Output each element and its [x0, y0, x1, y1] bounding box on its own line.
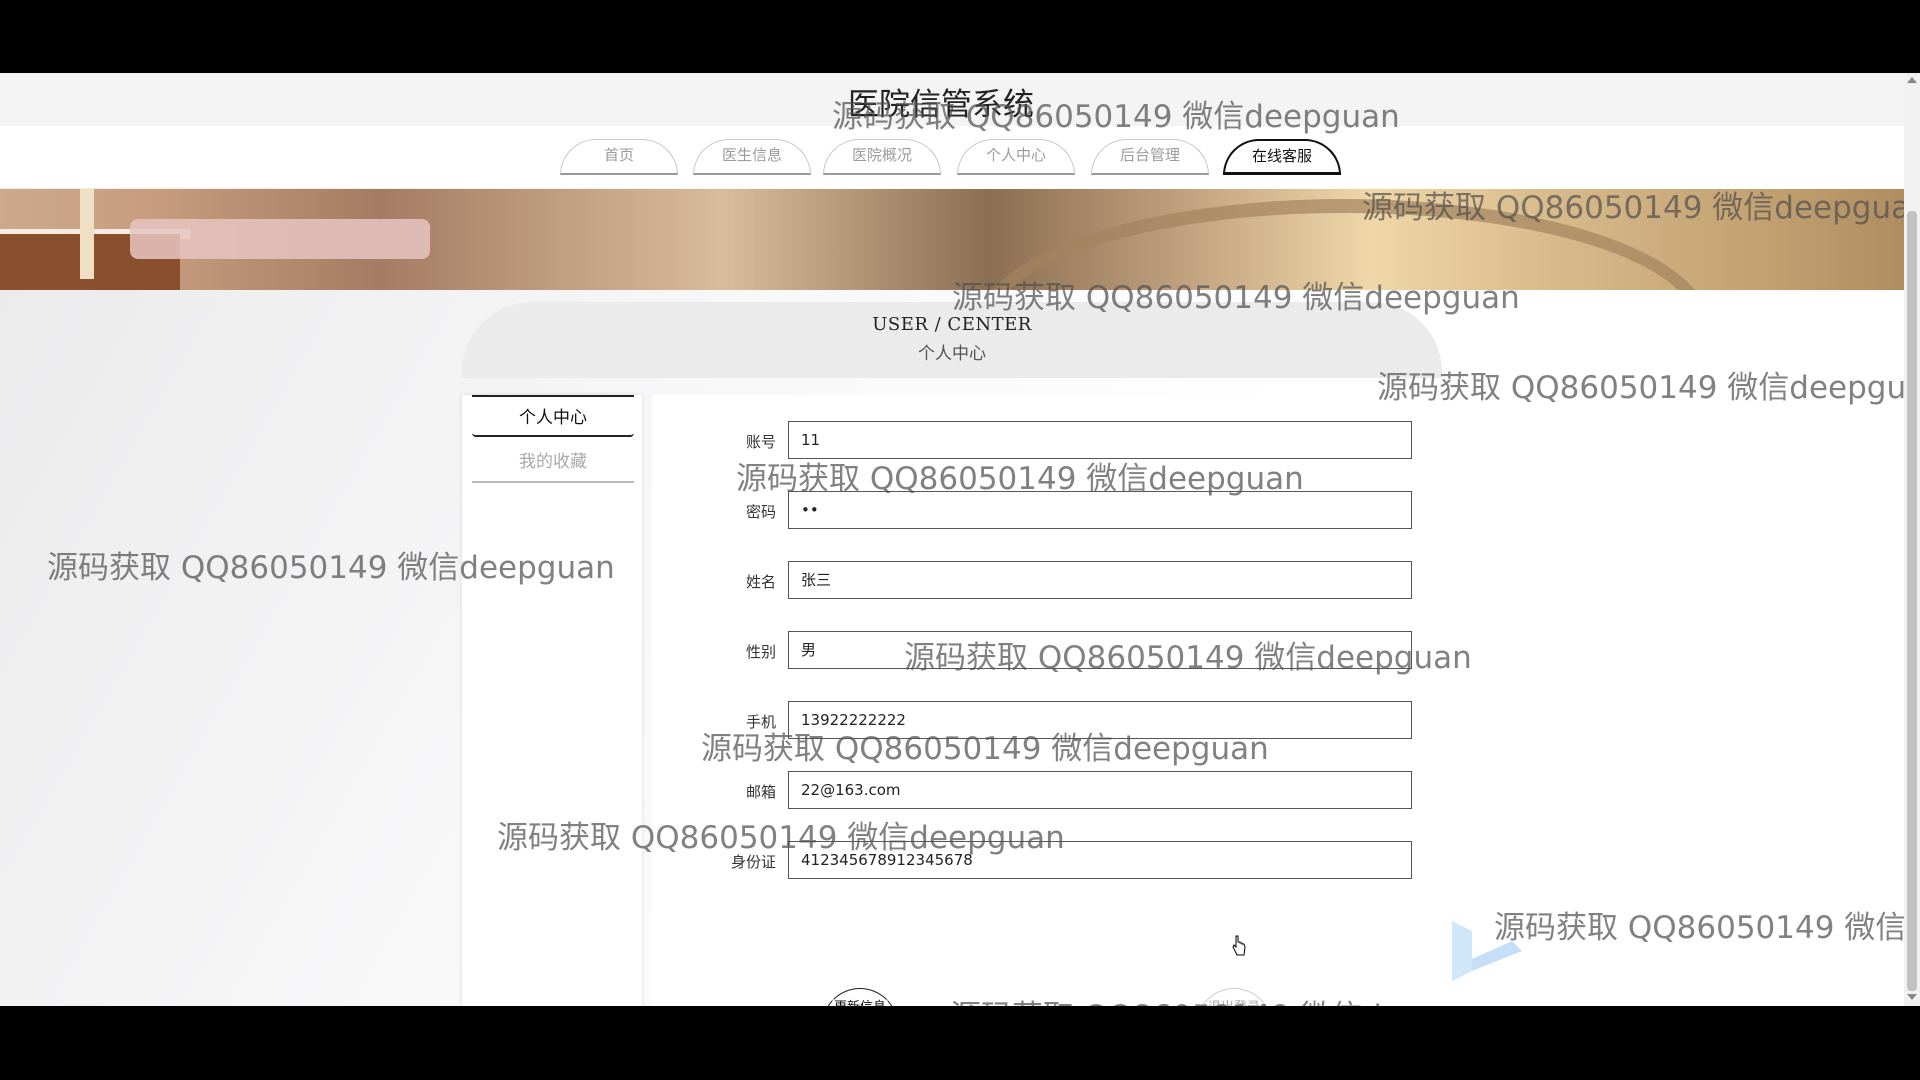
side-menu: 个人中心 我的收藏	[462, 395, 642, 1006]
browser-viewport: 医院信管系统 首页 医生信息 医院概况 个人中心 后台管理 在线客服 USER …	[0, 73, 1920, 1006]
side-menu-item-user-center[interactable]: 个人中心	[472, 395, 634, 437]
account-input[interactable]: 11	[788, 421, 1412, 459]
form-row-id-card: 身份证 412345678912345678	[652, 841, 1442, 881]
email-input[interactable]: 22@163.com	[788, 771, 1412, 809]
id-card-input[interactable]: 412345678912345678	[788, 841, 1412, 879]
form-row-name: 姓名 张三	[652, 561, 1442, 601]
nav-tab-online-service[interactable]: 在线客服	[1223, 139, 1341, 175]
password-input[interactable]: ••	[788, 491, 1412, 529]
scrollbar-thumb[interactable]	[1907, 211, 1917, 991]
scroll-up-arrow-icon[interactable]	[1907, 77, 1917, 83]
site-title: 医院信管系统	[848, 87, 1034, 123]
logout-button[interactable]: 退出登录	[1196, 988, 1272, 1006]
user-center-title-cn: 个人中心	[918, 344, 986, 364]
hand-cursor-icon	[1232, 935, 1246, 956]
password-label: 密码	[745, 503, 776, 521]
nav-bar: 首页 医生信息 医院概况 个人中心 后台管理 在线客服	[0, 126, 1904, 188]
form-row-account: 账号 11	[652, 421, 1442, 461]
page-header: 医院信管系统	[0, 73, 1904, 126]
form-row-password: 密码 ••	[652, 491, 1442, 531]
email-label: 邮箱	[745, 783, 776, 801]
phone-label: 手机	[745, 713, 776, 731]
user-center-header: USER / CENTER 个人中心	[462, 302, 1442, 378]
account-label: 账号	[745, 433, 776, 451]
user-center-title-en: USER / CENTER	[872, 314, 1032, 335]
watermark: 源码获取 QQ86050149 微信deepguan	[1377, 370, 1920, 406]
profile-form: 账号 11 密码 •• 姓名 张三 性别 男 手机 13922222222 邮箱…	[652, 395, 1442, 1006]
gender-label: 性别	[745, 643, 776, 661]
phone-input[interactable]: 13922222222	[788, 701, 1412, 739]
form-row-email: 邮箱 22@163.com	[652, 771, 1442, 811]
side-menu-item-favorites[interactable]: 我的收藏	[472, 441, 634, 483]
back-to-top-icon[interactable]	[1452, 921, 1522, 981]
banner-image	[0, 189, 1904, 290]
nav-tab-doctors[interactable]: 医生信息	[693, 139, 811, 175]
scroll-down-arrow-icon[interactable]	[1907, 994, 1917, 1000]
watermark: 源码获取 QQ86050149 微信deepguan	[1494, 910, 1920, 946]
form-row-gender: 性别 男	[652, 631, 1442, 671]
update-info-button[interactable]: 更新信息	[822, 988, 898, 1006]
id-card-label: 身份证	[730, 853, 776, 871]
nav-tab-user-center[interactable]: 个人中心	[957, 139, 1075, 175]
form-row-phone: 手机 13922222222	[652, 701, 1442, 741]
nav-tab-hospital-overview[interactable]: 医院概况	[823, 139, 941, 175]
vertical-scrollbar[interactable]	[1904, 73, 1920, 1006]
name-input[interactable]: 张三	[788, 561, 1412, 599]
gender-select[interactable]: 男	[788, 631, 1412, 669]
nav-tab-admin[interactable]: 后台管理	[1091, 139, 1209, 175]
name-label: 姓名	[745, 573, 776, 591]
nav-tab-home[interactable]: 首页	[560, 139, 678, 175]
